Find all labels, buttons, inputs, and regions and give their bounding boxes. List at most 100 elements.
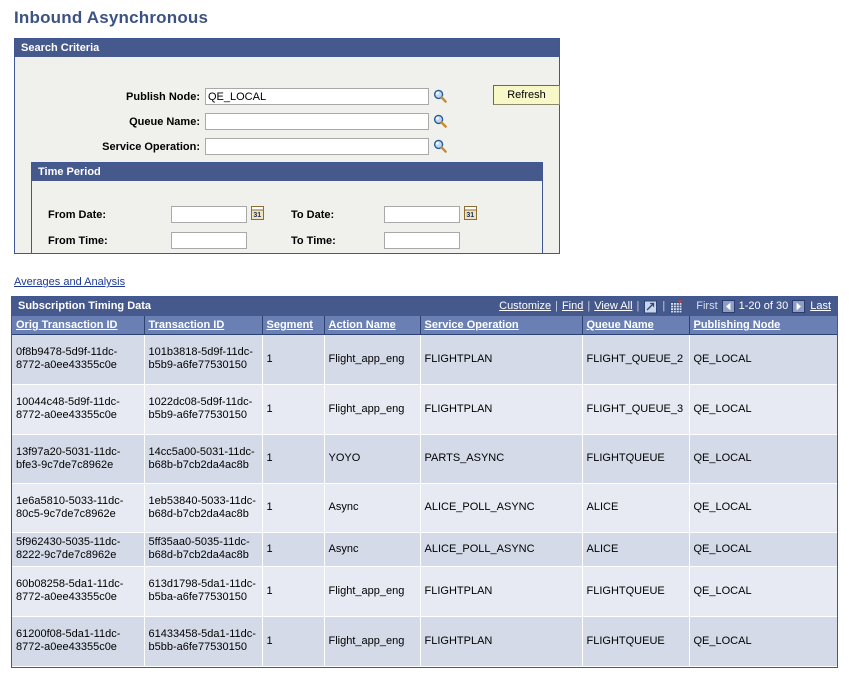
refresh-button[interactable]: Refresh [493,85,560,105]
cell-transaction-id: 101b3818-5d9f-11dc-b5b9-a6fe77530150 [144,334,262,384]
svg-text:31: 31 [253,212,261,219]
prev-page-arrow-icon[interactable] [722,300,735,313]
cell-segment: 1 [262,616,324,666]
publish-node-input[interactable] [205,88,429,105]
cell-action-name: Flight_app_eng [324,334,420,384]
queue-name-input[interactable] [205,113,429,130]
cell-transaction-id: 613d1798-5da1-11dc-b5ba-a6fe77530150 [144,566,262,616]
publish-node-lookup-icon[interactable] [433,89,447,103]
cell-publishing-node: QE_LOCAL [689,532,837,566]
cell-service-operation: ALICE_POLL_ASYNC [420,532,582,566]
table-header-row: Orig Transaction ID Transaction ID Segme… [12,316,837,334]
from-time-input[interactable] [171,232,247,249]
toolbar-separator: | [633,297,644,316]
cell-queue-name: FLIGHTQUEUE [582,566,689,616]
expand-grid-icon[interactable] [643,300,658,314]
from-date-calendar-icon[interactable]: 31 [251,206,264,220]
grid-title: Subscription Timing Data [18,297,151,316]
table-row[interactable]: 13f97a20-5031-11dc-bfe3-9c7de7c8962e 14c… [12,434,837,483]
cell-action-name: Flight_app_eng [324,616,420,666]
table-row[interactable]: 1e6a5810-5033-11dc-80c5-9c7de7c8962e 1eb… [12,483,837,532]
table-row[interactable]: 10044c48-5d9f-11dc-8772-a0ee43355c0e 102… [12,384,837,434]
cell-service-operation: FLIGHTPLAN [420,384,582,434]
customize-link[interactable]: Customize [499,297,551,316]
column-header-orig-transaction-id[interactable]: Orig Transaction ID [12,316,144,334]
cell-service-operation: PARTS_ASYNC [420,434,582,483]
cell-action-name: Flight_app_eng [324,384,420,434]
time-period-header: Time Period [32,163,542,181]
find-link[interactable]: Find [562,297,583,316]
cell-publishing-node: QE_LOCAL [689,483,837,532]
cell-publishing-node: QE_LOCAL [689,616,837,666]
search-criteria-header: Search Criteria [15,39,559,57]
cell-publishing-node: QE_LOCAL [689,566,837,616]
cell-transaction-id: 1022dc08-5d9f-11dc-b5b9-a6fe77530150 [144,384,262,434]
cell-segment: 1 [262,532,324,566]
to-date-label: To Date: [291,209,381,221]
grid-toolbar: Customize | Find | View All | | [499,297,831,316]
cell-queue-name: ALICE [582,532,689,566]
from-date-input[interactable] [171,206,247,223]
to-date-input[interactable] [384,206,460,223]
cell-action-name: Flight_app_eng [324,566,420,616]
cell-transaction-id: 1eb53840-5033-11dc-b68d-b7cb2da4ac8b [144,483,262,532]
service-operation-input[interactable] [205,138,429,155]
grid-title-bar: Subscription Timing Data Customize | Fin… [12,297,837,316]
table-row[interactable]: 60b08258-5da1-11dc-8772-a0ee43355c0e 613… [12,566,837,616]
cell-segment: 1 [262,434,324,483]
table-row[interactable]: 5f962430-5035-11dc-8222-9c7de7c8962e 5ff… [12,532,837,566]
to-time-input[interactable] [384,232,460,249]
service-operation-lookup-icon[interactable] [433,139,447,153]
cell-action-name: Async [324,483,420,532]
cell-transaction-id: 14cc5a00-5031-11dc-b68b-b7cb2da4ac8b [144,434,262,483]
toolbar-separator: | [583,297,594,316]
cell-publishing-node: QE_LOCAL [689,434,837,483]
page-title: Inbound Asynchronous [14,8,208,28]
download-spreadsheet-icon[interactable] [669,300,684,314]
cell-service-operation: FLIGHTPLAN [420,616,582,666]
cell-segment: 1 [262,566,324,616]
averages-and-analysis-link[interactable]: Averages and Analysis [14,276,125,288]
cell-transaction-id: 61433458-5da1-11dc-b5bb-a6fe77530150 [144,616,262,666]
from-time-label: From Time: [48,235,148,247]
cell-orig-transaction-id: 10044c48-5d9f-11dc-8772-a0ee43355c0e [12,384,144,434]
column-header-segment[interactable]: Segment [262,316,324,334]
view-all-link[interactable]: View All [594,297,632,316]
cell-segment: 1 [262,483,324,532]
publish-node-label: Publish Node: [85,91,200,103]
next-page-arrow-icon[interactable] [792,300,805,313]
cell-segment: 1 [262,334,324,384]
cell-orig-transaction-id: 5f962430-5035-11dc-8222-9c7de7c8962e [12,532,144,566]
cell-service-operation: FLIGHTPLAN [420,334,582,384]
cell-queue-name: FLIGHT_QUEUE_3 [582,384,689,434]
service-operation-label: Service Operation: [70,141,200,153]
search-criteria-panel: Search Criteria Publish Node: Queue Name… [14,38,560,254]
toolbar-separator: | [551,297,562,316]
column-header-publishing-node[interactable]: Publishing Node [689,316,837,334]
cell-orig-transaction-id: 13f97a20-5031-11dc-bfe3-9c7de7c8962e [12,434,144,483]
cell-publishing-node: QE_LOCAL [689,334,837,384]
table-row[interactable]: 0f8b9478-5d9f-11dc-8772-a0ee43355c0e 101… [12,334,837,384]
cell-transaction-id: 5ff35aa0-5035-11dc-b68d-b7cb2da4ac8b [144,532,262,566]
cell-publishing-node: QE_LOCAL [689,384,837,434]
cell-queue-name: FLIGHT_QUEUE_2 [582,334,689,384]
cell-orig-transaction-id: 1e6a5810-5033-11dc-80c5-9c7de7c8962e [12,483,144,532]
cell-queue-name: ALICE [582,483,689,532]
cell-service-operation: ALICE_POLL_ASYNC [420,483,582,532]
column-header-service-operation[interactable]: Service Operation [420,316,582,334]
timing-data-table: Orig Transaction ID Transaction ID Segme… [12,316,837,667]
table-row[interactable]: 61200f08-5da1-11dc-8772-a0ee43355c0e 614… [12,616,837,666]
column-header-action-name[interactable]: Action Name [324,316,420,334]
subscription-timing-data-grid: Subscription Timing Data Customize | Fin… [11,296,838,668]
queue-name-label: Queue Name: [85,116,200,128]
column-header-transaction-id[interactable]: Transaction ID [144,316,262,334]
cell-orig-transaction-id: 0f8b9478-5d9f-11dc-8772-a0ee43355c0e [12,334,144,384]
first-page-label[interactable]: First [684,297,717,316]
to-date-calendar-icon[interactable]: 31 [464,206,477,220]
cell-service-operation: FLIGHTPLAN [420,566,582,616]
queue-name-lookup-icon[interactable] [433,114,447,128]
toolbar-separator: | [658,297,669,316]
cell-queue-name: FLIGHTQUEUE [582,616,689,666]
last-page-link[interactable]: Last [810,297,831,316]
column-header-queue-name[interactable]: Queue Name [582,316,689,334]
